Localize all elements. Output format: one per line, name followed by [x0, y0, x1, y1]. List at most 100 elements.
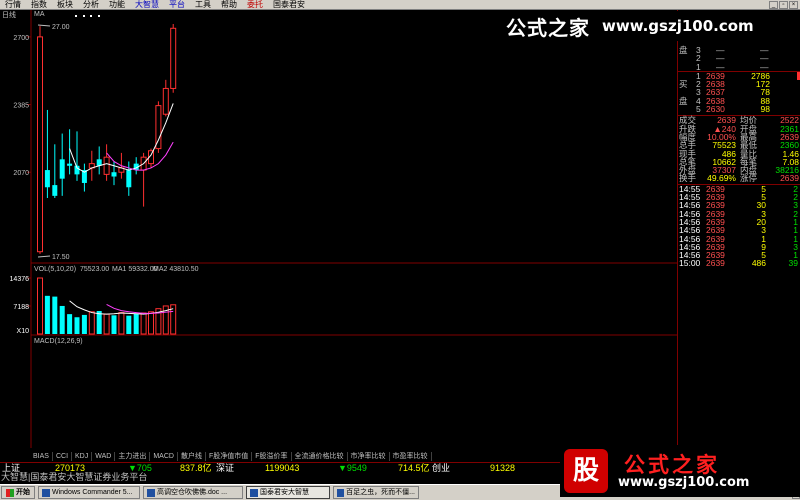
kline-chart[interactable]: 日线 MA 2700 2385 2070 27.00 17.50 VOL(5,10,20) 75… — [0, 10, 677, 448]
watermark-bottom: 股 公式之家 www.gszj100.com — [560, 445, 800, 497]
menu-item-5[interactable]: 大智慧 — [130, 0, 164, 10]
menu-item-4[interactable]: 功能 — [104, 0, 130, 10]
task-label: 百足之虫，死而不僵... — [346, 489, 415, 496]
tick-price: 2639 — [706, 258, 725, 269]
stat-label: 涨停 — [740, 173, 758, 184]
candle-body — [59, 159, 65, 179]
volume-tick-label: 7188 — [13, 304, 29, 311]
scroll-notice: 大智慧|国泰君安大智慧证券业务平台 — [0, 472, 560, 482]
candle-body — [103, 156, 110, 175]
ticker-change-sh: ▼705 — [128, 462, 152, 473]
tab-indicator-10[interactable]: 市净率比较 — [348, 452, 390, 461]
signal-marker — [75, 15, 77, 17]
candle-body — [67, 163, 73, 166]
sell-row: 1 — — — [678, 61, 800, 72]
volume-ma1-label: MA1 59332.00 — [112, 266, 158, 273]
signal-marker — [90, 15, 92, 17]
low-price-annotation: 17.50 — [52, 254, 70, 261]
close-icon[interactable]: × — [789, 0, 798, 9]
start-button[interactable]: 开始 — [1, 486, 35, 499]
candle-body — [126, 170, 132, 188]
sell-price: — — [716, 61, 725, 72]
app-icon — [337, 488, 345, 497]
chart-area[interactable]: 日线 MA 2700 2385 2070 27.00 17.50 VOL(5,10,20) 75… — [0, 10, 677, 448]
ticker-value-sz: 1199043 — [265, 462, 300, 473]
task-label: Windows Commander 5... — [52, 489, 133, 496]
high-price-annotation: 27.00 — [52, 24, 70, 31]
volume-value-label: 75523.00 — [80, 266, 109, 273]
menu-item-6[interactable]: 平台 — [164, 0, 190, 10]
volume-bar — [74, 317, 80, 334]
period-label: 日线 — [2, 10, 16, 19]
volume-bar — [96, 311, 102, 334]
minimize-icon[interactable]: _ — [769, 0, 778, 9]
tab-indicator-3[interactable]: WAD — [92, 452, 116, 461]
tab-indicator-5[interactable]: MACD — [150, 452, 178, 461]
tab-indicator-6[interactable]: 散户线 — [178, 452, 206, 461]
high-annotation-pointer — [37, 24, 51, 27]
volume-bar — [133, 313, 139, 334]
stat-value: 2639 — [780, 173, 799, 184]
watermark-seal-logo: 股 — [564, 449, 608, 493]
ticker-value-sh: 270173 — [55, 462, 86, 473]
signal-marker — [98, 15, 100, 17]
window-controls: _ ▫ × — [769, 0, 800, 9]
tab-indicator-9[interactable]: 全流通价格比较 — [292, 452, 348, 461]
task-label: 国泰君安大智慧 — [260, 489, 309, 496]
buy-level: 5 — [696, 104, 701, 115]
menu-item-0[interactable]: 行情 — [0, 0, 26, 10]
tab-indicator-0[interactable]: BIAS — [30, 452, 53, 461]
menu-item-7[interactable]: 工具 — [190, 0, 216, 10]
menu-item-2[interactable]: 板块 — [52, 0, 78, 10]
menu-item-1[interactable]: 指数 — [26, 0, 52, 10]
stat-label: 换手 — [679, 173, 697, 184]
volume-bar — [44, 295, 50, 334]
candle-body — [155, 105, 162, 150]
watermark-bottom-url: www.gszj100.com — [618, 475, 750, 490]
taskbar-task-3[interactable]: 百足之虫，死而不僵... — [333, 486, 419, 499]
menu-item-8[interactable]: 帮助 — [216, 0, 242, 10]
buy-row: 5 2630 98 — [678, 104, 800, 115]
volume-bar — [103, 313, 110, 335]
candle-body — [44, 170, 50, 188]
tab-indicator-2[interactable]: KDJ — [72, 452, 93, 461]
watermark-title: 公式之家 — [506, 15, 590, 40]
tab-indicator-1[interactable]: CCI — [53, 452, 73, 461]
taskbar-task-1[interactable]: 高调空仓吹佛佛.doc ... — [143, 486, 243, 499]
ticker-amount-sz: 714.5亿 — [398, 462, 430, 473]
restore-icon[interactable]: ▫ — [779, 0, 788, 9]
tab-indicator-8[interactable]: F股溢价率 — [252, 452, 292, 461]
tick-row: 15:00 2639 486 39 — [678, 258, 800, 269]
app-icon — [147, 488, 155, 497]
ticker-name-sh: 上证 — [2, 462, 21, 473]
tab-indicator-7[interactable]: F股净值市值 — [206, 452, 253, 461]
volume-bar — [37, 277, 43, 335]
ticker-name-sz: 深证 — [216, 462, 235, 473]
volume-unit-label: X10 — [17, 328, 30, 335]
price-tick-label: 2385 — [13, 103, 29, 110]
ticker-change-sz: ▼9549 — [338, 462, 367, 473]
tab-indicator-4[interactable]: 主力进出 — [115, 452, 151, 461]
tick-time: 15:00 — [679, 258, 701, 269]
buy-side-label: 买 — [679, 79, 688, 90]
low-annotation-pointer — [37, 255, 51, 258]
taskbar-task-2[interactable]: 国泰君安大智慧 — [246, 486, 330, 499]
menu-item-10[interactable]: 国泰君安 — [268, 0, 310, 10]
watermark-top: 公式之家 www.gszj100.com — [500, 11, 800, 41]
ticker-value-cy: 91328 — [490, 462, 516, 473]
tab-indicator-11[interactable]: 市盈率比较 — [390, 452, 432, 461]
taskbar-task-0[interactable]: Windows Commander 5... — [38, 486, 140, 499]
menu-item-3[interactable]: 分析 — [78, 0, 104, 10]
windows-logo-icon — [6, 488, 14, 497]
sell-volume: — — [760, 61, 769, 72]
candle-body — [162, 87, 169, 115]
stat-value: 49.69% — [707, 173, 736, 184]
task-label: 高调空仓吹佛佛.doc ... — [157, 489, 228, 496]
start-label: 开始 — [16, 489, 30, 496]
price-tick-label: 2700 — [13, 35, 29, 42]
tick-volume: 486 — [751, 258, 766, 269]
menu-item-9[interactable]: 委托 — [242, 0, 268, 10]
quote-panel: 盘3 — —2 — —1 — —1 2639 2786 买2 2638 172 … — [677, 10, 800, 448]
signal-marker — [83, 15, 85, 17]
task-list: Windows Commander 5... 高调空仓吹佛佛.doc ... 国泰君… — [35, 486, 419, 499]
